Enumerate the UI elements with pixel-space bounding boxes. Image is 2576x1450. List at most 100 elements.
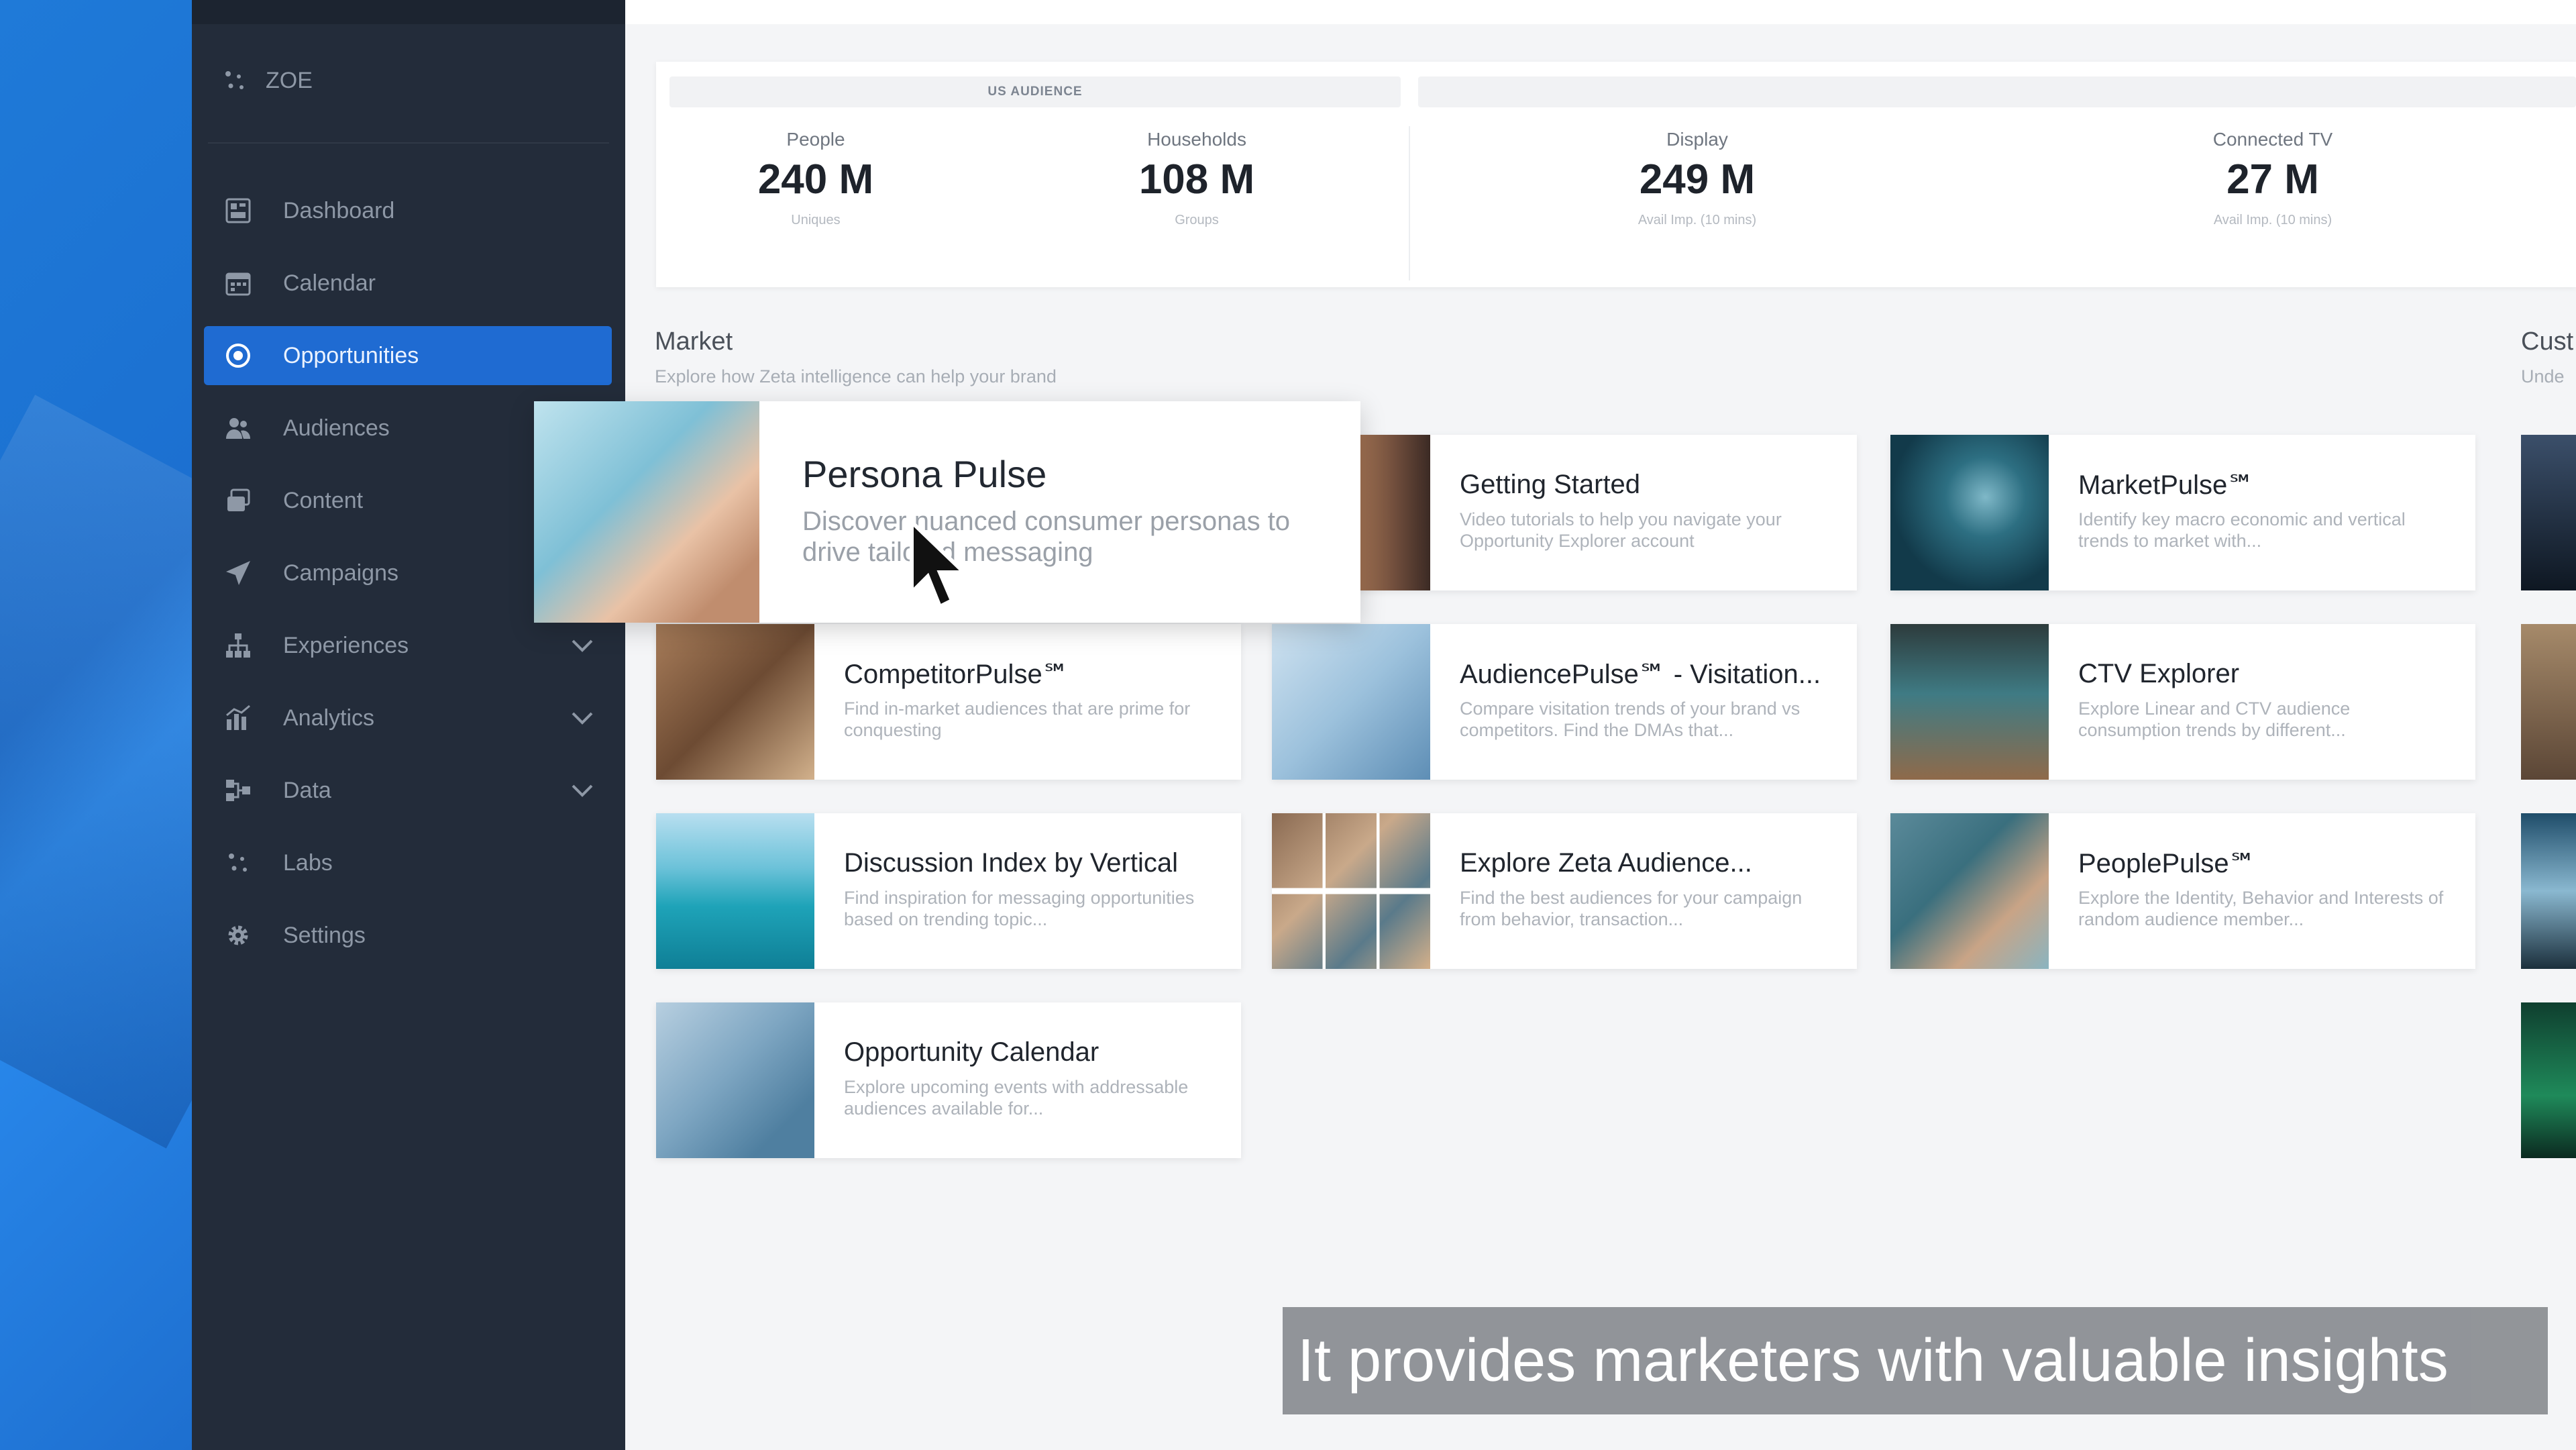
content-icon [224,486,252,515]
sidebar-item-label: Content [283,487,364,513]
gear-icon [224,921,252,949]
sidebar-item-labs[interactable]: Labs [204,833,612,892]
analytics-icon [224,704,252,732]
top-bar [625,0,2576,24]
stat-sub: Avail Imp. (10 mins) [2213,213,2332,227]
stat-sub: Groups [1175,213,1219,227]
card-title: AudiencePulse℠ - Visitation... [1460,660,1821,689]
card-title: MarketPulse℠ [2078,470,2255,500]
card-title: PeoplePulse℠ [2078,849,2257,878]
card-description: Find the best audiences for your campaig… [1460,888,1803,929]
stat-display: Display 249 M Avail Imp. (10 mins) [1563,129,1831,228]
sidebar-item-label: Data [283,777,331,803]
card-description: Find inspiration for messaging opportuni… [844,888,1195,929]
data-icon [224,776,252,805]
card-thumbnail [656,813,814,969]
stat-value: 240 M [757,156,874,203]
card-description: Explore Linear and CTV audience consumpt… [2078,698,2351,740]
card-description: Explore the Identity, Behavior and Inter… [2078,888,2444,929]
target-icon [224,342,252,370]
stats-divider [1409,126,1410,280]
card-ctv-explorer[interactable]: CTV Explorer Explore Linear and CTV audi… [1890,624,2475,780]
card-title: Getting Started [1460,470,1641,499]
brand-label: ZOE [266,67,313,93]
card-thumbnail [1890,624,2049,780]
stat-people: People 240 M Uniques [682,129,950,228]
sidebar-item-label: Opportunities [283,342,419,368]
card-explore-zeta-audience[interactable]: Explore Zeta Audience... Find the best a… [1272,813,1857,969]
card-marketpulse[interactable]: MarketPulse℠ Identify key macro economic… [1890,435,2475,590]
card-thumbnail [1272,624,1430,780]
stat-connected-tv: Connected TV 27 M Avail Imp. (10 mins) [2139,129,2407,228]
sidebar: ZOE Dashboard Calendar Opportunities Aud… [192,0,625,1450]
card-audiencepulse[interactable]: AudiencePulse℠ - Visitation... Compare v… [1272,624,1857,780]
send-icon [224,559,252,587]
chevron-down-icon[interactable] [568,703,597,733]
labs-icon [224,849,252,877]
stat-label: People [786,129,845,150]
market-subtitle: Explore how Zeta intelligence can help y… [655,366,1057,386]
stat-households: Households 108 M Groups [1063,129,1331,228]
stat-label: Connected TV [2212,129,2333,150]
card-discussion-index[interactable]: Discussion Index by Vertical Find inspir… [656,813,1241,969]
sidebar-item-label: Audiences [283,415,390,441]
stat-value: 249 M [1639,156,1756,203]
chevron-down-icon[interactable] [568,631,597,660]
mouse-cursor-icon [910,519,969,610]
stats-header: US AUDIENCE [669,76,1401,107]
card-title: CompetitorPulse℠ [844,660,1070,689]
customer-subtitle: Unde [2521,366,2565,386]
stat-value: 108 M [1138,156,1255,203]
background-panel [0,0,192,1450]
card-title: Discussion Index by Vertical [844,848,1179,878]
main-content: US AUDIENCE People 240 M Uniques Househo… [625,0,2576,1450]
card-description: Video tutorials to help you navigate you… [1460,509,1782,551]
card-peoplepulse[interactable]: PeoplePulse℠ Explore the Identity, Behav… [1890,813,2475,969]
sidebar-item-opportunities[interactable]: Opportunities [204,326,612,385]
stat-sub: Avail Imp. (10 mins) [1638,213,1757,227]
card-thumbnail-partial[interactable] [2521,1002,2576,1158]
card-description: Discover nuanced consumer personas to dr… [802,507,1291,567]
card-competitorpulse[interactable]: CompetitorPulse℠ Find in-market audience… [656,624,1241,780]
sidebar-item-data[interactable]: Data [204,761,612,820]
card-description: Explore upcoming events with addressable… [844,1077,1189,1119]
card-thumbnail-partial[interactable] [2521,624,2576,780]
card-description: Find in-market audiences that are prime … [844,698,1191,740]
sidebar-item-label: Labs [283,849,333,876]
brand[interactable]: ZOE [221,67,313,94]
stat-sub: Uniques [791,213,841,227]
sidebar-item-label: Analytics [283,705,375,731]
chevron-down-icon[interactable] [568,776,597,805]
card-thumbnail-partial[interactable] [2521,435,2576,590]
card-thumbnail [1890,813,2049,969]
customer-title: Cust [2521,327,2574,356]
stat-label: Households [1147,129,1246,150]
calendar-icon [224,269,252,297]
card-thumbnail-partial[interactable] [2521,813,2576,969]
card-thumbnail [534,401,759,623]
card-thumbnail [656,1002,814,1158]
sidebar-topbar [192,0,625,24]
sidebar-item-label: Settings [283,922,366,948]
card-title: Explore Zeta Audience... [1460,848,1752,878]
sitemap-icon [224,631,252,660]
sidebar-item-calendar[interactable]: Calendar [204,254,612,313]
sidebar-item-settings[interactable]: Settings [204,906,612,965]
sidebar-item-dashboard[interactable]: Dashboard [204,181,612,240]
dashboard-icon [224,197,252,225]
card-title: CTV Explorer [2078,659,2240,688]
card-thumbnail [1890,435,2049,590]
audience-stats-panel: US AUDIENCE People 240 M Uniques Househo… [656,62,2576,287]
zoe-logo-icon [225,71,244,89]
sidebar-item-label: Experiences [283,632,409,658]
card-description: Compare visitation trends of your brand … [1460,698,1801,740]
video-caption: It provides marketers with valuable insi… [1283,1307,2548,1414]
sidebar-divider [208,142,609,144]
stats-header-bar [1418,76,2576,107]
stat-value: 27 M [2226,156,2319,203]
market-title: Market [655,327,733,356]
sidebar-item-experiences[interactable]: Experiences [204,616,612,675]
sidebar-item-analytics[interactable]: Analytics [204,688,612,747]
card-opportunity-calendar[interactable]: Opportunity Calendar Explore upcoming ev… [656,1002,1241,1158]
card-description: Identify key macro economic and vertical… [2078,509,2406,551]
